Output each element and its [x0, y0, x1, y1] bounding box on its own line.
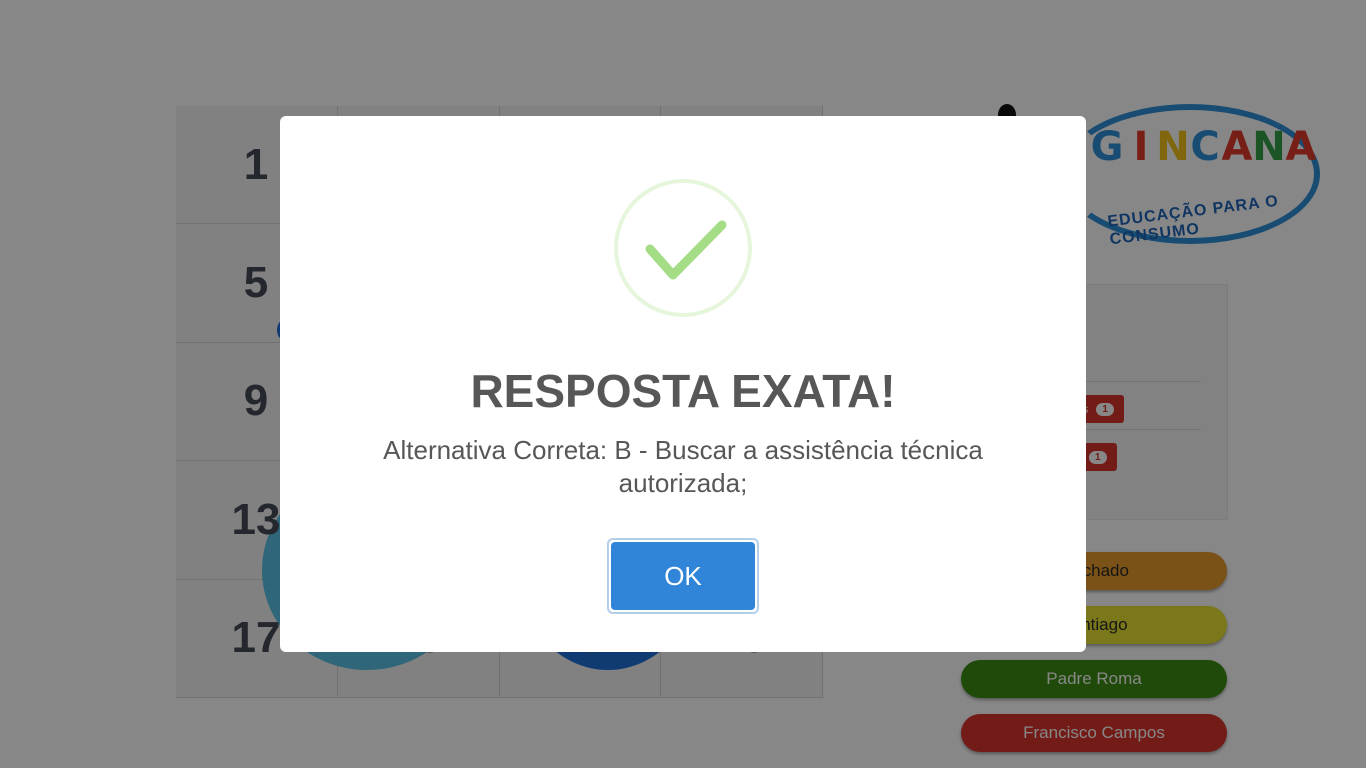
- result-dialog: RESPOSTA EXATA! Alternativa Correta: B -…: [280, 116, 1086, 652]
- dialog-message: Alternativa Correta: B - Buscar a assist…: [383, 435, 983, 498]
- ok-button-label: OK: [611, 542, 755, 610]
- dialog-title: RESPOSTA EXATA!: [470, 365, 896, 417]
- success-icon: [614, 179, 752, 317]
- checkmark-icon: [645, 220, 727, 280]
- ok-button[interactable]: OK: [607, 538, 759, 614]
